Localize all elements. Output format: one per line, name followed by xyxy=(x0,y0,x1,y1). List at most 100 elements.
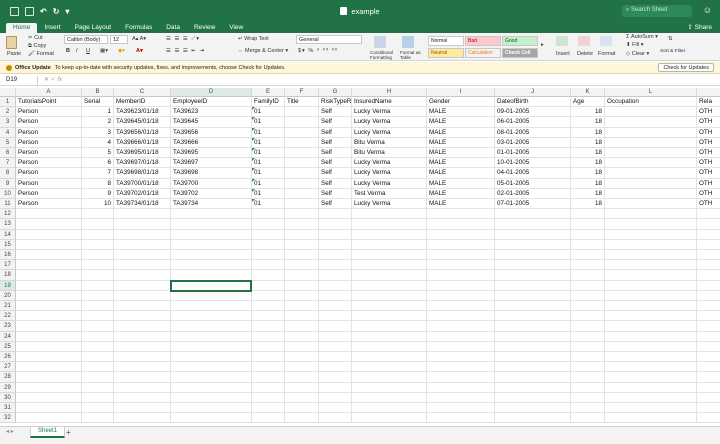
table-cell[interactable] xyxy=(495,352,571,363)
table-cell[interactable] xyxy=(605,178,697,189)
table-cell[interactable] xyxy=(352,331,427,342)
table-cell[interactable]: MALE xyxy=(427,178,495,189)
table-cell[interactable] xyxy=(605,362,697,373)
font-size-adjust-buttons[interactable]: A▴ A▾ xyxy=(132,36,146,42)
table-cell[interactable] xyxy=(605,117,697,128)
table-cell[interactable] xyxy=(427,321,495,332)
table-cell[interactable] xyxy=(605,352,697,363)
table-cell[interactable] xyxy=(495,229,571,240)
table-cell[interactable]: OTH xyxy=(697,138,720,148)
selected-cell[interactable] xyxy=(170,279,252,292)
table-cell[interactable]: 03-01-2005 xyxy=(495,137,571,148)
table-cell[interactable] xyxy=(427,392,495,403)
table-cell[interactable] xyxy=(571,372,605,383)
tab-formulas[interactable]: Formulas xyxy=(118,23,159,33)
table-cell[interactable] xyxy=(605,321,697,332)
table-cell[interactable] xyxy=(285,290,319,301)
table-cell[interactable] xyxy=(427,239,495,250)
fill-color-button[interactable]: ◆▾ xyxy=(118,48,125,54)
table-cell[interactable] xyxy=(16,219,82,230)
table-cell[interactable] xyxy=(82,209,114,220)
conditional-formatting-button[interactable]: Conditional Formatting xyxy=(370,50,400,60)
align-horizontal-buttons[interactable]: ☰ ☰ ☰ ⇤ ⇥ xyxy=(166,48,205,54)
cut-button[interactable]: ✂ Cut xyxy=(28,35,43,41)
table-cell[interactable] xyxy=(285,168,319,179)
table-cell[interactable] xyxy=(82,239,114,250)
table-cell[interactable] xyxy=(495,311,571,322)
table-cell[interactable] xyxy=(171,331,252,342)
table-cell[interactable] xyxy=(252,321,285,332)
table-cell[interactable] xyxy=(171,239,252,250)
table-cell[interactable] xyxy=(82,331,114,342)
font-size-select[interactable]: 12 xyxy=(110,35,128,44)
table-cell[interactable] xyxy=(285,148,319,159)
table-cell[interactable] xyxy=(495,301,571,312)
table-cell[interactable] xyxy=(495,280,571,291)
table-cell[interactable] xyxy=(605,148,697,159)
table-cell[interactable] xyxy=(114,331,171,342)
table-cell[interactable] xyxy=(114,362,171,373)
table-cell[interactable] xyxy=(82,372,114,383)
table-cell[interactable] xyxy=(252,301,285,312)
table-cell[interactable]: 10 xyxy=(82,199,114,210)
table-cell[interactable] xyxy=(605,301,697,312)
table-cell[interactable]: Self xyxy=(319,199,352,210)
table-cell[interactable] xyxy=(252,331,285,342)
table-cell[interactable]: TA39656 xyxy=(171,127,252,138)
table-cell[interactable] xyxy=(352,403,427,414)
table-cell[interactable]: 18 xyxy=(571,148,605,159)
table-cell[interactable] xyxy=(319,372,352,383)
table-cell[interactable] xyxy=(114,229,171,240)
table-cell[interactable] xyxy=(252,239,285,250)
tab-insert[interactable]: Insert xyxy=(37,23,67,33)
table-cell[interactable]: 01 xyxy=(252,188,285,199)
table-cell[interactable]: Self xyxy=(319,127,352,138)
table-cell[interactable]: Self xyxy=(319,168,352,179)
insert-cells-button[interactable]: Insert xyxy=(556,51,570,57)
table-cell[interactable]: TA39645/01/18 xyxy=(114,117,171,128)
row-header-21[interactable]: 21 xyxy=(0,301,16,312)
table-cell[interactable] xyxy=(427,341,495,352)
table-cell[interactable]: Person xyxy=(16,178,82,189)
table-cell[interactable] xyxy=(427,219,495,230)
table-cell[interactable] xyxy=(252,372,285,383)
style-good[interactable]: Good xyxy=(502,36,538,46)
table-cell[interactable] xyxy=(114,413,171,424)
table-cell[interactable]: OTH xyxy=(697,148,720,159)
table-cell[interactable] xyxy=(605,239,697,250)
row-header-18[interactable]: 18 xyxy=(0,270,16,281)
sheet-tab-sheet1[interactable]: Sheet1 xyxy=(30,427,66,438)
table-cell[interactable]: Self xyxy=(319,158,352,169)
table-cell[interactable] xyxy=(16,209,82,220)
row-header-16[interactable]: 16 xyxy=(0,250,16,261)
table-cell[interactable]: 18 xyxy=(571,127,605,138)
table-cell[interactable]: TA39700 xyxy=(171,178,252,189)
table-cell[interactable] xyxy=(114,270,171,281)
table-cell[interactable] xyxy=(82,382,114,393)
table-cell[interactable] xyxy=(352,352,427,363)
table-cell[interactable] xyxy=(352,301,427,312)
copy-button[interactable]: ⧉ Copy xyxy=(28,43,46,50)
autosum-button[interactable]: Σ AutoSum ▾ xyxy=(626,34,658,40)
table-cell[interactable] xyxy=(114,403,171,414)
table-cell[interactable] xyxy=(352,219,427,230)
delete-cells-icon[interactable] xyxy=(578,36,590,46)
table-cell[interactable] xyxy=(352,392,427,403)
header-cell[interactable]: Rela xyxy=(697,97,720,108)
column-header-i[interactable]: I xyxy=(427,88,495,97)
number-format-buttons[interactable]: $▾ % ⁹ ⁰⁰ ⁰⁰ xyxy=(298,48,338,54)
table-cell[interactable] xyxy=(319,413,352,424)
table-cell[interactable] xyxy=(697,281,720,291)
clear-button[interactable]: ◇ Clear ▾ xyxy=(626,51,649,57)
header-cell[interactable]: Age xyxy=(571,97,605,108)
table-cell[interactable]: 01 xyxy=(252,199,285,210)
row-header-10[interactable]: 10 xyxy=(0,188,16,199)
table-cell[interactable]: Lucky Verma xyxy=(352,178,427,189)
table-cell[interactable]: OTH xyxy=(697,189,720,199)
table-cell[interactable]: TA39666/01/18 xyxy=(114,137,171,148)
table-cell[interactable] xyxy=(114,209,171,220)
row-header-22[interactable]: 22 xyxy=(0,311,16,322)
table-cell[interactable]: OTH xyxy=(697,117,720,128)
table-cell[interactable]: TA39702/01/18 xyxy=(114,188,171,199)
table-cell[interactable] xyxy=(427,362,495,373)
